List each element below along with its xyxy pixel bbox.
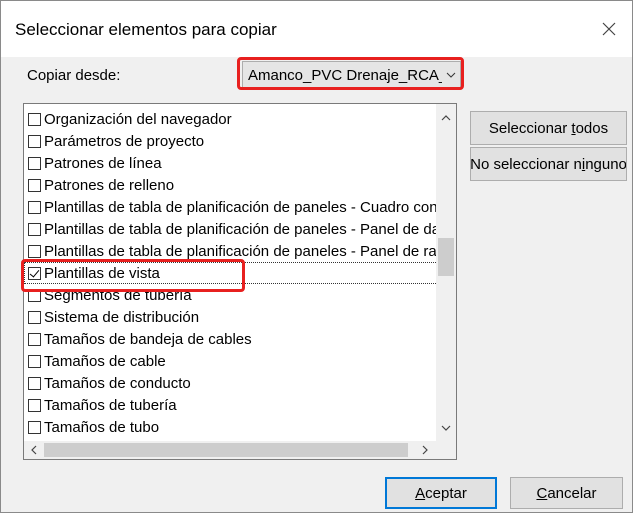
item-checkbox[interactable] xyxy=(28,310,41,324)
item-label: Plantillas de vista xyxy=(44,264,160,282)
cancel-button[interactable]: Cancelar xyxy=(510,477,623,509)
title-bar: Seleccionar elementos para copiar xyxy=(1,1,632,57)
dialog-title: Seleccionar elementos para copiar xyxy=(15,20,277,39)
item-label: Tamaños de tubería xyxy=(44,396,177,414)
scroll-down-button[interactable] xyxy=(436,418,456,438)
item-label: Organización del navegador xyxy=(44,110,232,128)
list-item[interactable]: Tamaños de bandeja de cables xyxy=(24,328,438,350)
list-item[interactable]: Plantillas de tabla de planificación de … xyxy=(24,196,438,218)
list-item[interactable]: Tamaños de cable xyxy=(24,350,438,372)
item-checkbox[interactable] xyxy=(28,266,41,280)
close-icon xyxy=(602,22,616,36)
chevron-down-icon xyxy=(441,425,451,431)
item-checkbox[interactable] xyxy=(28,420,41,434)
list-item[interactable]: Organización del navegador xyxy=(24,108,438,130)
chevron-left-icon xyxy=(31,445,37,455)
item-checkbox[interactable] xyxy=(28,112,41,126)
list-item[interactable]: Sistema de distribución xyxy=(24,306,438,328)
select-none-button[interactable]: No seleccionar ninguno xyxy=(470,147,627,181)
scrollbar-corner xyxy=(436,441,456,459)
horizontal-scroll-thumb[interactable] xyxy=(44,443,408,457)
elements-list-items: Organización del navegador Parámetros de … xyxy=(24,108,438,438)
list-item[interactable]: Plantillas de vista xyxy=(24,262,438,284)
list-item[interactable]: Patrones de línea xyxy=(24,152,438,174)
item-label: Tamaños de conducto xyxy=(44,374,191,392)
item-label: Plantillas de tabla de planificación de … xyxy=(44,242,437,260)
list-item[interactable]: Tamaños de tubo xyxy=(24,416,438,438)
vertical-scrollbar[interactable] xyxy=(436,104,456,442)
select-all-label: Seleccionar todos xyxy=(488,119,609,137)
item-checkbox[interactable] xyxy=(28,332,41,346)
horizontal-scrollbar[interactable] xyxy=(24,441,438,459)
list-item[interactable]: Segmentos de tubería xyxy=(24,284,438,306)
item-label: Tamaños de cable xyxy=(44,352,166,370)
item-checkbox[interactable] xyxy=(28,354,41,368)
item-label: Plantillas de tabla de planificación de … xyxy=(44,220,438,238)
list-item[interactable]: Tamaños de tubería xyxy=(24,394,438,416)
select-all-button[interactable]: Seleccionar todos xyxy=(470,111,627,145)
scroll-right-button[interactable] xyxy=(416,441,434,459)
item-checkbox[interactable] xyxy=(28,222,41,236)
item-label: Parámetros de proyecto xyxy=(44,132,205,150)
accept-button[interactable]: Aceptar xyxy=(385,477,497,509)
list-item[interactable]: Plantillas de tabla de planificación de … xyxy=(24,240,438,262)
chevron-right-icon xyxy=(422,445,428,455)
item-label: Sistema de distribución xyxy=(44,308,200,326)
close-button[interactable] xyxy=(586,9,632,49)
copy-from-dropdown[interactable]: Amanco_PVC Drenaje_RCA_: xyxy=(242,61,461,89)
item-checkbox[interactable] xyxy=(28,156,41,170)
chevron-down-icon xyxy=(442,72,460,78)
item-label: Tamaños de tubo xyxy=(44,418,160,436)
select-none-label: No seleccionar ninguno xyxy=(470,155,627,173)
item-checkbox[interactable] xyxy=(28,288,41,302)
item-label: Tamaños de bandeja de cables xyxy=(44,330,252,348)
copy-from-value: Amanco_PVC Drenaje_RCA_: xyxy=(248,66,442,84)
item-checkbox[interactable] xyxy=(28,200,41,214)
scroll-up-button[interactable] xyxy=(436,108,456,128)
item-checkbox[interactable] xyxy=(28,178,41,192)
list-item[interactable]: Plantillas de tabla de planificación de … xyxy=(24,218,438,240)
accept-label: Aceptar xyxy=(415,484,467,502)
elements-list[interactable]: Organización del navegador Parámetros de … xyxy=(23,103,457,460)
chevron-up-icon xyxy=(441,115,451,121)
cancel-label: Cancelar xyxy=(536,484,597,502)
item-label: Plantillas de tabla de planificación de … xyxy=(44,198,438,216)
item-checkbox[interactable] xyxy=(28,398,41,412)
list-item[interactable]: Patrones de relleno xyxy=(24,174,438,196)
item-label: Segmentos de tubería xyxy=(44,286,192,304)
list-item[interactable]: Parámetros de proyecto xyxy=(24,130,438,152)
item-label: Patrones de línea xyxy=(44,154,162,172)
copy-elements-dialog: Seleccionar elementos para copiar Copiar… xyxy=(0,0,633,513)
item-checkbox[interactable] xyxy=(28,244,41,258)
scroll-left-button[interactable] xyxy=(25,441,43,459)
item-label: Patrones de relleno xyxy=(44,176,175,194)
copy-from-label: Copiar desde: xyxy=(27,67,121,84)
item-checkbox[interactable] xyxy=(28,376,41,390)
list-item[interactable]: Tamaños de conducto xyxy=(24,372,438,394)
item-checkbox[interactable] xyxy=(28,134,41,148)
vertical-scroll-thumb[interactable] xyxy=(438,238,454,276)
